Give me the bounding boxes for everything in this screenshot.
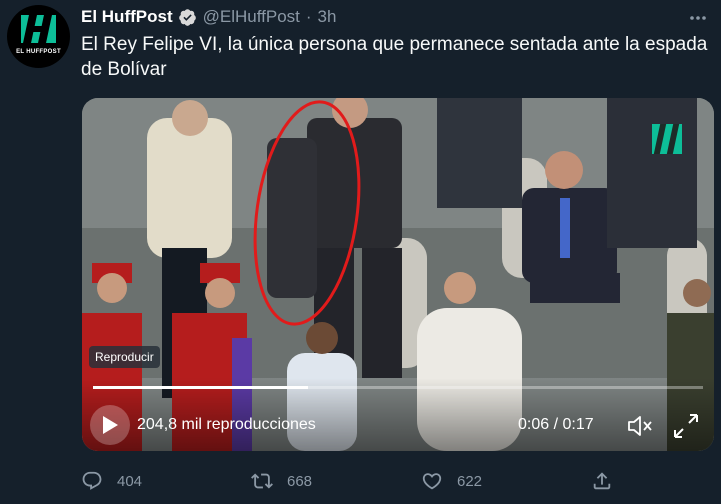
- muted-speaker-icon: [628, 416, 652, 436]
- huffpost-logo-icon: [21, 15, 56, 43]
- tweet-text: El Rey Felipe VI, la única persona que p…: [81, 34, 708, 80]
- replay-badge: Reproducir: [89, 346, 160, 368]
- play-icon: [103, 416, 118, 434]
- more-options-icon[interactable]: [688, 8, 708, 33]
- share-button[interactable]: [591, 470, 613, 492]
- reply-button[interactable]: 404: [81, 470, 142, 492]
- timestamp[interactable]: 3h: [318, 7, 337, 27]
- tweet-actions: 404 668 622: [81, 470, 711, 492]
- retweet-icon: [251, 473, 273, 489]
- play-button[interactable]: [90, 405, 130, 445]
- reply-count: 404: [117, 472, 143, 490]
- video-time: 0:06 / 0:17: [518, 416, 594, 433]
- handle[interactable]: @ElHuffPost: [203, 7, 300, 27]
- display-name[interactable]: El HuffPost: [81, 7, 173, 27]
- avatar-label: EL HUFFPOST: [16, 49, 61, 55]
- view-count: 204,8 mil reproducciones: [137, 416, 316, 433]
- verified-badge-icon: [178, 8, 197, 27]
- retweet-button[interactable]: 668: [251, 470, 312, 492]
- video-player[interactable]: [82, 98, 714, 451]
- mute-button[interactable]: [627, 414, 653, 443]
- separator: ·: [305, 7, 312, 26]
- reply-icon: [82, 471, 102, 490]
- share-icon: [593, 472, 611, 490]
- fullscreen-button[interactable]: [672, 412, 700, 445]
- heart-icon: [422, 473, 442, 490]
- video-progress-fill: [93, 386, 309, 389]
- retweet-count: 668: [287, 472, 313, 490]
- video-progress-bar[interactable]: [93, 386, 703, 389]
- like-button[interactable]: 622: [421, 470, 482, 492]
- expand-icon: [674, 414, 698, 438]
- huffpost-watermark-icon: [652, 124, 682, 154]
- tweet-header: El HuffPost @ElHuffPost · 3h: [81, 6, 336, 28]
- avatar[interactable]: EL HUFFPOST: [7, 5, 70, 68]
- like-count: 622: [457, 472, 483, 490]
